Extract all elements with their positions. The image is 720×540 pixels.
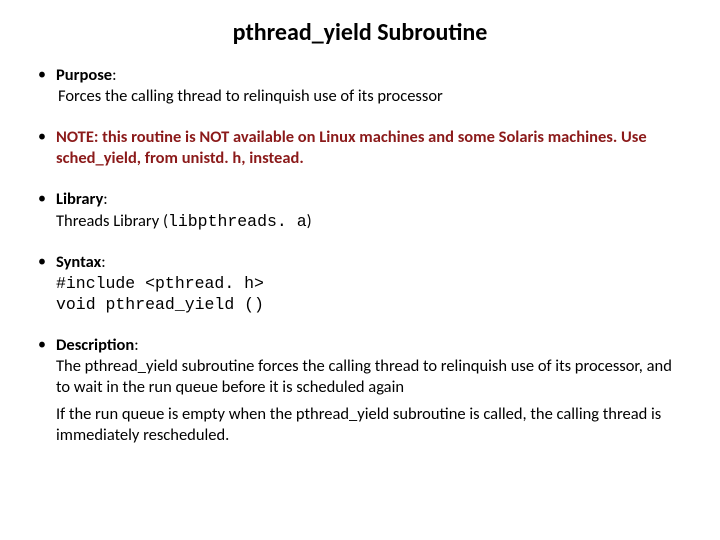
colon: : — [112, 65, 116, 85]
purpose-label: Purpose — [56, 65, 112, 85]
syntax-line1: #include <pthread. h> — [56, 273, 688, 294]
item-library: Library: Threads Library (libpthreads. a… — [32, 189, 688, 231]
library-prefix: Threads Library ( — [56, 211, 168, 231]
item-description: Description: The pthread_yield subroutin… — [32, 335, 688, 447]
item-note: NOTE: this routine is NOT available on L… — [32, 127, 688, 169]
description-p2: If the run queue is empty when the pthre… — [56, 404, 688, 446]
library-body: Threads Library (libpthreads. a) — [56, 211, 688, 232]
colon: : — [103, 189, 107, 209]
purpose-text: Forces the calling thread to relinquish … — [56, 86, 688, 107]
library-label: Library — [56, 189, 103, 209]
bullet-list: Purpose: Forces the calling thread to re… — [32, 65, 688, 447]
description-p1: The pthread_yield subroutine forces the … — [56, 356, 688, 398]
colon: : — [101, 252, 105, 272]
syntax-label: Syntax — [56, 252, 101, 272]
description-label: Description — [56, 335, 134, 355]
library-code: libpthreads. a — [168, 212, 307, 231]
item-purpose: Purpose: Forces the calling thread to re… — [32, 65, 688, 107]
library-suffix: ) — [307, 211, 312, 231]
syntax-line2: void pthread_yield () — [56, 294, 688, 315]
item-syntax: Syntax: #include <pthread. h> void pthre… — [32, 252, 688, 315]
colon: : — [134, 335, 138, 355]
page-title: pthread_yield Subroutine — [32, 18, 688, 47]
note-text: NOTE: this routine is NOT available on L… — [56, 127, 647, 168]
